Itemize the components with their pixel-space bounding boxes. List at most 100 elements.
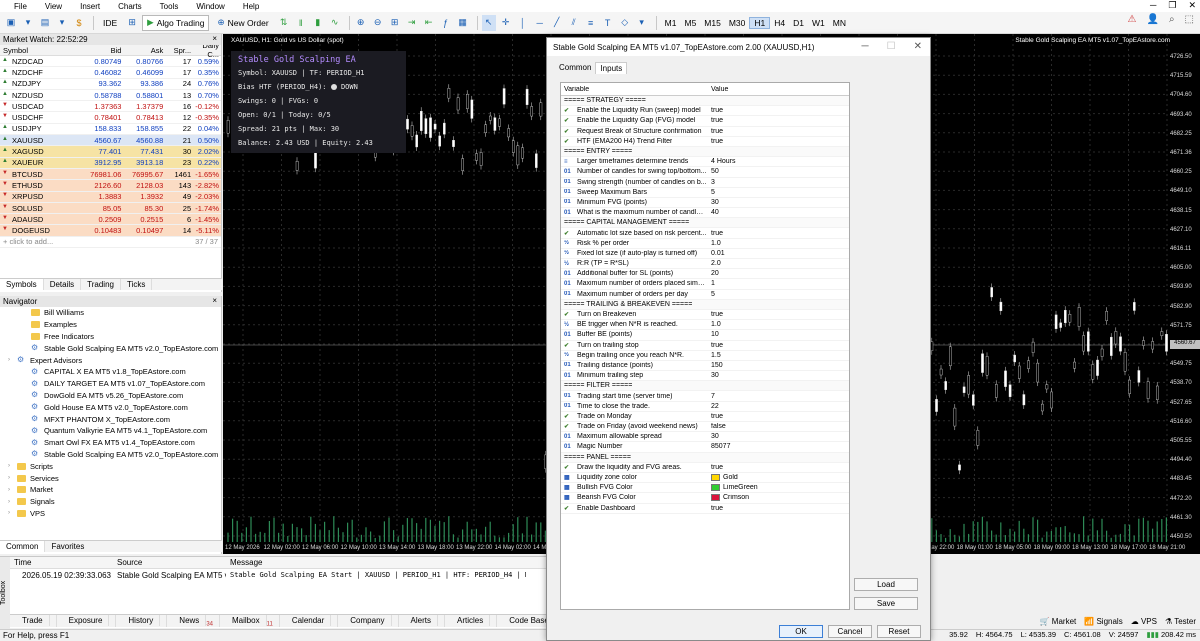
col-variable[interactable]: Variable [561, 86, 707, 93]
tf-mn[interactable]: MN [829, 18, 850, 28]
col-ask[interactable]: Ask [121, 46, 164, 55]
input-row[interactable]: ≡ Larger timeframes determine trends 4 Hou… [561, 157, 849, 168]
menu-window[interactable]: Window [196, 2, 224, 11]
input-row[interactable]: 01 What is the maximum number of candles.… [561, 208, 849, 219]
candle-chart-icon[interactable]: ▮ [311, 15, 325, 31]
navigator-item[interactable]: ⚙ Smart Owl FX EA MT5 v1.4_TopEAstore.com [0, 437, 221, 449]
value-cell[interactable]: true [707, 464, 847, 471]
market-watch-row[interactable]: ▲ NZDCHF 0.46082 0.46099 17 0.35% [0, 67, 221, 79]
input-row[interactable]: 01 Minimum trailing step 30 [561, 371, 849, 382]
value-cell[interactable]: true [707, 138, 847, 145]
value-cell[interactable]: 50 [707, 168, 847, 175]
value-cell[interactable]: 22 [707, 403, 847, 410]
input-row[interactable]: 01 Trailing distance (points) 150 [561, 361, 849, 372]
zoom-out-icon[interactable]: ⊖ [371, 15, 385, 31]
col-time[interactable]: Time [10, 558, 113, 567]
value-cell[interactable]: true [707, 117, 847, 124]
input-row[interactable]: ✔ Request Break of Structure confirmation… [561, 127, 849, 137]
tile-windows-icon[interactable]: ⊞ [388, 15, 402, 31]
vertical-line-icon[interactable]: │ [516, 15, 530, 31]
input-row[interactable]: ✔ Enable the Liquidity Gap (FVG) model tru… [561, 116, 849, 127]
input-row[interactable]: ✔ Enable Dashboard true [561, 504, 849, 514]
chevron-down-icon[interactable]: ▾ [55, 15, 69, 31]
load-button[interactable]: Load [854, 578, 918, 591]
market-watch-row[interactable]: ▲ NZDJPY 93.362 93.386 24 0.76% [0, 78, 221, 90]
input-row[interactable]: ½ R:R (TP = R*SL) 2.0 [561, 259, 849, 270]
input-row[interactable]: ▦ Liquidity zone color Gold [561, 473, 849, 484]
tab-trading[interactable]: Trading [81, 279, 121, 290]
navigator-item[interactable]: ⚙ CAPITAL X EA MT5 v1.8_TopEAstore.com [0, 366, 221, 378]
navigator-item[interactable]: › Scripts [0, 460, 221, 472]
value-cell[interactable]: 85077 [707, 443, 847, 450]
input-row[interactable]: 01 Additional buffer for SL (points) 20 [561, 269, 849, 280]
templates-icon[interactable]: ▦ [456, 15, 470, 31]
input-row[interactable]: ▦ Bullish FVG Color LimeGreen [561, 483, 849, 494]
market-watch-row[interactable]: ▼ BTCUSD 76981.06 76995.67 1461 -1.65% [0, 168, 221, 181]
menu-charts[interactable]: Charts [118, 2, 142, 11]
value-cell[interactable]: 7 [707, 393, 847, 400]
tab-ticks[interactable]: Ticks [121, 279, 153, 290]
toolbox-tab[interactable]: Exposure [57, 615, 117, 627]
input-row[interactable]: ▦ Bearish FVG Color Crimson [561, 493, 849, 504]
close-icon[interactable]: ✕ [1188, 0, 1196, 11]
value-cell[interactable]: 30 [707, 372, 847, 379]
value-cell[interactable]: 30 [707, 433, 847, 440]
market-watch-row[interactable]: ▼ USDCHF 0.78401 0.78413 12 -0.35% [0, 112, 221, 124]
value-cell[interactable]: 1.5 [707, 352, 847, 359]
navigator-item[interactable]: ⚙ DowGold EA MT5 v5.26_TopEAstore.com [0, 390, 221, 402]
trendline-icon[interactable]: ╱ [550, 15, 564, 31]
menu-help[interactable]: Help [243, 2, 259, 11]
tf-h4[interactable]: H4 [770, 18, 789, 28]
value-cell[interactable]: false [707, 423, 847, 430]
value-cell[interactable]: 20 [707, 270, 847, 277]
horizontal-line-icon[interactable]: ─ [533, 15, 547, 31]
tf-m1[interactable]: M1 [661, 18, 681, 28]
chevron-right-icon[interactable]: › [8, 475, 17, 481]
line-chart-icon[interactable]: ∿ [328, 15, 342, 31]
input-row[interactable]: 01 Maximum allowable spread 30 [561, 432, 849, 443]
value-cell[interactable]: true [707, 413, 847, 420]
tester-link[interactable]: ⚗ Tester [1165, 617, 1196, 626]
input-row[interactable]: ½ Begin trailing once you reach N*R. 1.5 [561, 351, 849, 361]
col-source[interactable]: Source [113, 558, 226, 567]
col-value[interactable]: Value [707, 86, 847, 93]
close-icon[interactable]: × [212, 296, 217, 305]
search-icon[interactable]: ⌕ [1169, 14, 1175, 25]
tab-common[interactable]: Common [555, 62, 595, 74]
crosshair-icon[interactable]: ✛ [499, 15, 513, 31]
chevron-down-icon[interactable]: ▾ [635, 15, 649, 31]
input-row[interactable]: ½ BE trigger when N*R is reached. 1.0 [561, 320, 849, 331]
navigator-item[interactable]: ⚙ MFXT PHANTOM X_TopEAstore.com [0, 413, 221, 425]
value-cell[interactable]: Crimson [707, 494, 847, 502]
signals-link[interactable]: 📶 Signals [1084, 617, 1122, 626]
tf-m15[interactable]: M15 [700, 18, 725, 28]
new-order-button[interactable]: ⊕ New Order [212, 15, 273, 31]
value-cell[interactable]: 5 [707, 189, 847, 196]
col-bid[interactable]: Bid [80, 46, 122, 55]
value-cell[interactable]: 2.0 [707, 260, 847, 267]
value-cell[interactable]: 0.01 [707, 250, 847, 257]
input-row[interactable]: 01 Time to close the trade. 22 [561, 402, 849, 412]
close-icon[interactable]: × [212, 34, 217, 43]
market-link[interactable]: 🛒 Market [1040, 617, 1077, 626]
input-row[interactable]: ✔ Trade on Friday (avoid weekend news) fal… [561, 422, 849, 433]
add-symbol-row[interactable]: + click to add... 37 / 37 [0, 237, 221, 249]
vps-link[interactable]: ☁ VPS [1131, 617, 1157, 626]
value-cell[interactable]: 1.0 [707, 240, 847, 247]
navigator-item[interactable]: ⚙ DAILY TARGET EA MT5 v1.07_TopEAstore.co… [0, 378, 221, 390]
input-row[interactable]: 01 Trading start time (server time) 7 [561, 391, 849, 402]
navigator-item[interactable]: ⚙ Stable Gold Scalping EA MT5 v2.0_TopEAs… [0, 449, 221, 461]
chart-shift-icon[interactable]: ⇤ [422, 15, 436, 31]
market-watch-row[interactable]: ▲ NZDUSD 0.58788 0.58801 13 0.70% [0, 89, 221, 102]
minimize-icon[interactable]: ─ [862, 41, 869, 52]
ide-button[interactable]: IDE [98, 15, 122, 31]
value-cell[interactable]: 30 [707, 199, 847, 206]
input-row[interactable]: ✔ Trade on Monday true [561, 412, 849, 422]
text-icon[interactable]: T [601, 15, 615, 31]
chevron-right-icon[interactable]: › [8, 499, 17, 505]
algo-trading-button[interactable]: ▶ Algo Trading [142, 14, 210, 31]
value-cell[interactable]: true [707, 505, 847, 512]
col-spread[interactable]: Spr... [163, 46, 192, 55]
cancel-button[interactable]: Cancel [828, 625, 872, 638]
tab-symbols[interactable]: Symbols [0, 279, 44, 290]
